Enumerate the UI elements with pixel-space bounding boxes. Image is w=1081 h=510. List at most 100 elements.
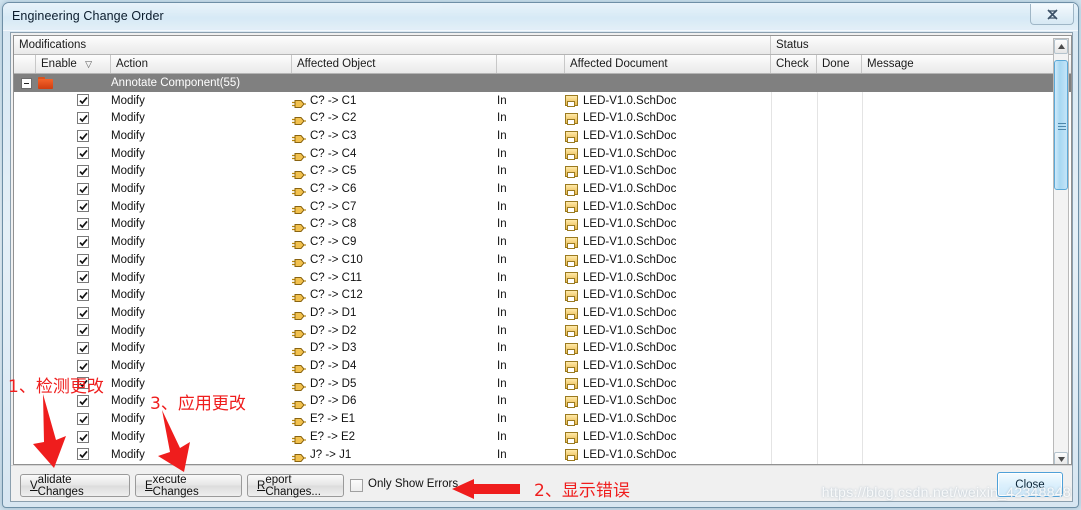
- cell-affected-document: LED-V1.0.SchDoc: [583, 413, 677, 426]
- cell-affected-document: LED-V1.0.SchDoc: [583, 253, 677, 266]
- row-enable-checkbox[interactable]: [77, 200, 89, 213]
- cell-action: Modify: [111, 448, 145, 461]
- table-row[interactable]: Modify C? -> C6 In LED-V1.0.SchDoc: [14, 180, 1071, 198]
- group-header-modifications[interactable]: Modifications: [14, 36, 771, 54]
- column-header-direction[interactable]: [497, 55, 565, 73]
- table-row[interactable]: Modify C? -> C4 In LED-V1.0.SchDoc: [14, 145, 1071, 163]
- cell-action: Modify: [111, 413, 145, 426]
- cell-affected-object: C? -> C6: [310, 183, 357, 196]
- component-icon: [292, 220, 306, 232]
- table-row[interactable]: Modify D? -> D3 In LED-V1.0.SchDoc: [14, 340, 1071, 358]
- table-row[interactable]: Modify C? -> C8 In LED-V1.0.SchDoc: [14, 216, 1071, 234]
- row-enable-checkbox[interactable]: [77, 147, 89, 160]
- cell-affected-document: LED-V1.0.SchDoc: [583, 360, 677, 373]
- component-icon: [292, 379, 306, 391]
- component-icon: [292, 113, 306, 126]
- row-enable-checkbox[interactable]: [77, 359, 89, 372]
- column-header-action[interactable]: Action: [111, 55, 292, 73]
- table-row[interactable]: Modify C? -> C5 In LED-V1.0.SchDoc: [14, 163, 1071, 181]
- row-enable-checkbox[interactable]: [77, 218, 89, 231]
- cell-affected-object: D? -> D4: [310, 360, 357, 373]
- sort-indicator-icon: ▽: [85, 59, 92, 69]
- row-enable-checkbox[interactable]: [77, 165, 89, 177]
- component-icon: [292, 450, 306, 462]
- validate-accel: V: [30, 479, 38, 492]
- cell-direction: In: [497, 147, 507, 160]
- table-row[interactable]: Modify C? -> C1 In LED-V1.0.SchDoc: [14, 92, 1071, 110]
- row-enable-checkbox[interactable]: [77, 324, 89, 337]
- row-enable-checkbox[interactable]: [77, 430, 89, 443]
- row-enable-checkbox[interactable]: [77, 306, 89, 319]
- grid-column-header-row: Enable ▽ Action Affected Object Affected…: [14, 55, 1071, 74]
- cell-affected-document: LED-V1.0.SchDoc: [583, 236, 677, 249]
- row-enable-checkbox[interactable]: [77, 94, 89, 107]
- cell-affected-object: C? -> C7: [310, 200, 357, 213]
- folder-icon: [38, 77, 53, 89]
- schematic-document-icon: [565, 166, 578, 178]
- table-row[interactable]: Modify C? -> C3 In LED-V1.0.SchDoc: [14, 127, 1071, 145]
- component-icon: [292, 202, 306, 214]
- schematic-document-icon: [565, 236, 578, 249]
- column-header-check[interactable]: Check: [771, 55, 817, 73]
- cell-direction: In: [497, 236, 507, 249]
- table-row[interactable]: Modify D? -> D2 In LED-V1.0.SchDoc: [14, 322, 1071, 340]
- row-enable-checkbox[interactable]: [77, 288, 89, 301]
- schematic-document-icon: [565, 254, 578, 267]
- table-row[interactable]: Modify C? -> C9 In LED-V1.0.SchDoc: [14, 233, 1071, 251]
- scroll-up-arrow-icon[interactable]: [1054, 39, 1068, 54]
- validate-changes-button[interactable]: Validate Changes: [20, 474, 130, 498]
- grid-vertical-scrollbar[interactable]: [1053, 38, 1069, 464]
- cell-direction: In: [497, 129, 507, 142]
- table-row[interactable]: Modify C? -> C11 In LED-V1.0.SchDoc: [14, 269, 1071, 287]
- table-row[interactable]: Modify C? -> C10 In LED-V1.0.SchDoc: [14, 251, 1071, 269]
- row-enable-checkbox[interactable]: [77, 342, 89, 354]
- component-icon: [292, 273, 306, 285]
- cell-direction: In: [497, 253, 507, 266]
- execute-changes-button[interactable]: Execute Changes: [135, 474, 242, 498]
- component-icon: [292, 414, 306, 427]
- column-header-affected-object[interactable]: Affected Object: [292, 55, 497, 73]
- cell-affected-object: D? -> D5: [310, 377, 357, 390]
- schematic-document-icon: [565, 307, 578, 320]
- cell-affected-object: E? -> E2: [310, 430, 356, 443]
- table-row[interactable]: Modify C? -> C12 In LED-V1.0.SchDoc: [14, 286, 1071, 304]
- collapse-minus-icon[interactable]: [21, 77, 32, 89]
- row-enable-checkbox[interactable]: [77, 182, 89, 195]
- schematic-document-icon: [565, 289, 578, 302]
- window-title: Engineering Change Order: [12, 9, 164, 23]
- row-enable-checkbox[interactable]: [77, 448, 89, 461]
- cell-direction: In: [497, 165, 507, 178]
- schematic-document-icon: [565, 272, 578, 285]
- scrollbar-thumb[interactable]: [1054, 60, 1068, 190]
- cell-affected-document: LED-V1.0.SchDoc: [583, 183, 677, 196]
- column-header-affected-document[interactable]: Affected Document: [565, 55, 771, 73]
- row-enable-checkbox[interactable]: [77, 253, 89, 266]
- table-row[interactable]: Modify D? -> D4 In LED-V1.0.SchDoc: [14, 357, 1071, 375]
- table-row[interactable]: Modify C? -> C2 In LED-V1.0.SchDoc: [14, 109, 1071, 127]
- row-enable-checkbox[interactable]: [77, 412, 89, 425]
- row-enable-checkbox[interactable]: [77, 129, 89, 142]
- cell-affected-document: LED-V1.0.SchDoc: [583, 94, 677, 107]
- report-changes-button[interactable]: Report Changes...: [247, 474, 344, 498]
- cell-affected-document: LED-V1.0.SchDoc: [583, 129, 677, 142]
- column-header-enable[interactable]: Enable ▽: [36, 55, 111, 73]
- table-row[interactable]: Modify C? -> C7 In LED-V1.0.SchDoc: [14, 198, 1071, 216]
- column-header-done[interactable]: Done: [817, 55, 862, 73]
- only-show-errors-checkbox[interactable]: [350, 479, 363, 492]
- close-button[interactable]: Close: [997, 472, 1063, 497]
- schematic-document-icon: [565, 431, 578, 444]
- table-row[interactable]: Modify D? -> D1 In LED-V1.0.SchDoc: [14, 304, 1071, 322]
- cell-affected-object: C? -> C12: [310, 289, 363, 302]
- row-enable-checkbox[interactable]: [77, 111, 89, 124]
- window-close-button[interactable]: [1030, 4, 1074, 25]
- grid-group-row[interactable]: Annotate Component(55): [14, 74, 1071, 92]
- row-enable-checkbox[interactable]: [77, 235, 89, 248]
- schematic-document-icon: [565, 201, 578, 214]
- column-header-message[interactable]: Message: [862, 55, 1057, 73]
- schematic-document-icon: [565, 378, 578, 391]
- row-enable-checkbox[interactable]: [77, 271, 89, 284]
- cell-affected-object: J? -> J1: [310, 448, 352, 461]
- group-header-status[interactable]: Status: [771, 36, 1057, 54]
- scroll-down-arrow-icon[interactable]: [1054, 452, 1068, 464]
- cell-direction: In: [497, 342, 507, 355]
